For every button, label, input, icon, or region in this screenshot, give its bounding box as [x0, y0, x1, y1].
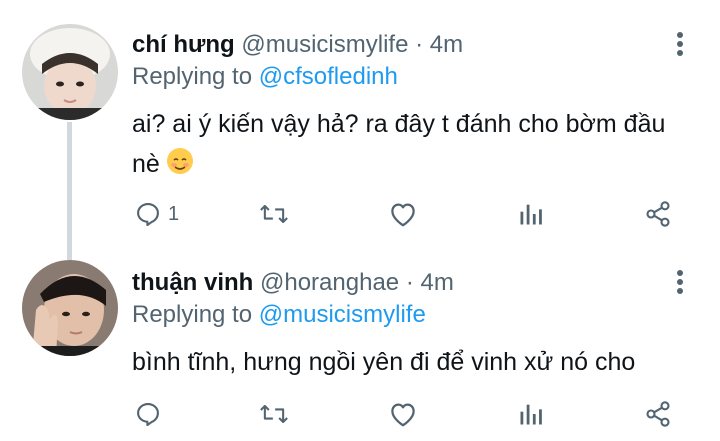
analytics-icon [520, 204, 542, 225]
like-button[interactable] [388, 394, 418, 434]
display-name[interactable]: chí hưng [132, 31, 235, 58]
tweet[interactable]: thuận vinh @horanghae · 4m Replying to @… [0, 250, 720, 441]
separator-dot: · [415, 31, 424, 58]
reply-count: 1 [168, 202, 180, 225]
thread-connector-line [67, 122, 72, 260]
replying-to-label: Replying to [132, 301, 253, 328]
views-button[interactable] [518, 194, 544, 234]
reply-icon [137, 403, 159, 427]
retweet-icon [260, 204, 288, 224]
replying-to-line: Replying to @musicismylife [132, 300, 426, 330]
share-button[interactable] [644, 394, 672, 434]
views-button[interactable] [518, 394, 544, 434]
display-name[interactable]: thuận vinh [132, 269, 253, 296]
retweet-icon [260, 404, 288, 424]
reply-icon [137, 203, 159, 227]
like-icon [391, 203, 415, 227]
tweet-text: bình tĩnh, hưng ngồi yên đi để vinh xử n… [132, 342, 692, 382]
separator-dot: · [405, 269, 414, 296]
tweet-text: ai? ai ý kiến vậy hả? ra đây t đánh cho … [132, 104, 692, 184]
replying-to-label: Replying to [132, 63, 253, 90]
tweet[interactable]: chí hưng @musicismylife · 4m Replying to… [0, 0, 720, 260]
tweet-actions [0, 394, 720, 434]
share-icon [646, 201, 670, 227]
user-handle[interactable]: @horanghae [260, 269, 399, 296]
user-handle[interactable]: @musicismylife [241, 31, 408, 58]
retweet-button[interactable] [258, 394, 290, 434]
tweet-text-content: bình tĩnh, hưng ngồi yên đi để vinh xử n… [132, 348, 636, 376]
reply-button[interactable] [134, 394, 168, 434]
like-icon [391, 403, 415, 427]
avatar[interactable] [22, 24, 118, 120]
more-options-icon[interactable] [670, 30, 690, 58]
share-icon [646, 401, 670, 427]
replying-to-mention[interactable]: @cfsofledinh [259, 63, 398, 90]
smiling-face-emoji-icon [166, 148, 193, 174]
share-button[interactable] [644, 194, 672, 234]
timestamp[interactable]: 4m [420, 269, 453, 296]
replying-to-mention[interactable]: @musicismylife [259, 301, 426, 328]
timestamp[interactable]: 4m [430, 31, 463, 58]
tweet-header: chí hưng @musicismylife · 4m [132, 30, 463, 60]
analytics-icon [520, 404, 542, 425]
replying-to-line: Replying to @cfsofledinh [132, 62, 398, 92]
avatar[interactable] [22, 260, 118, 356]
tweet-header: thuận vinh @horanghae · 4m [132, 268, 454, 298]
more-options-icon[interactable] [670, 268, 690, 296]
tweet-actions: 1 [0, 194, 720, 234]
reply-button[interactable]: 1 [134, 194, 179, 234]
tweet-text-content: ai? ai ý kiến vậy hả? ra đây t đánh cho … [132, 110, 666, 178]
like-button[interactable] [388, 194, 418, 234]
retweet-button[interactable] [258, 194, 290, 234]
